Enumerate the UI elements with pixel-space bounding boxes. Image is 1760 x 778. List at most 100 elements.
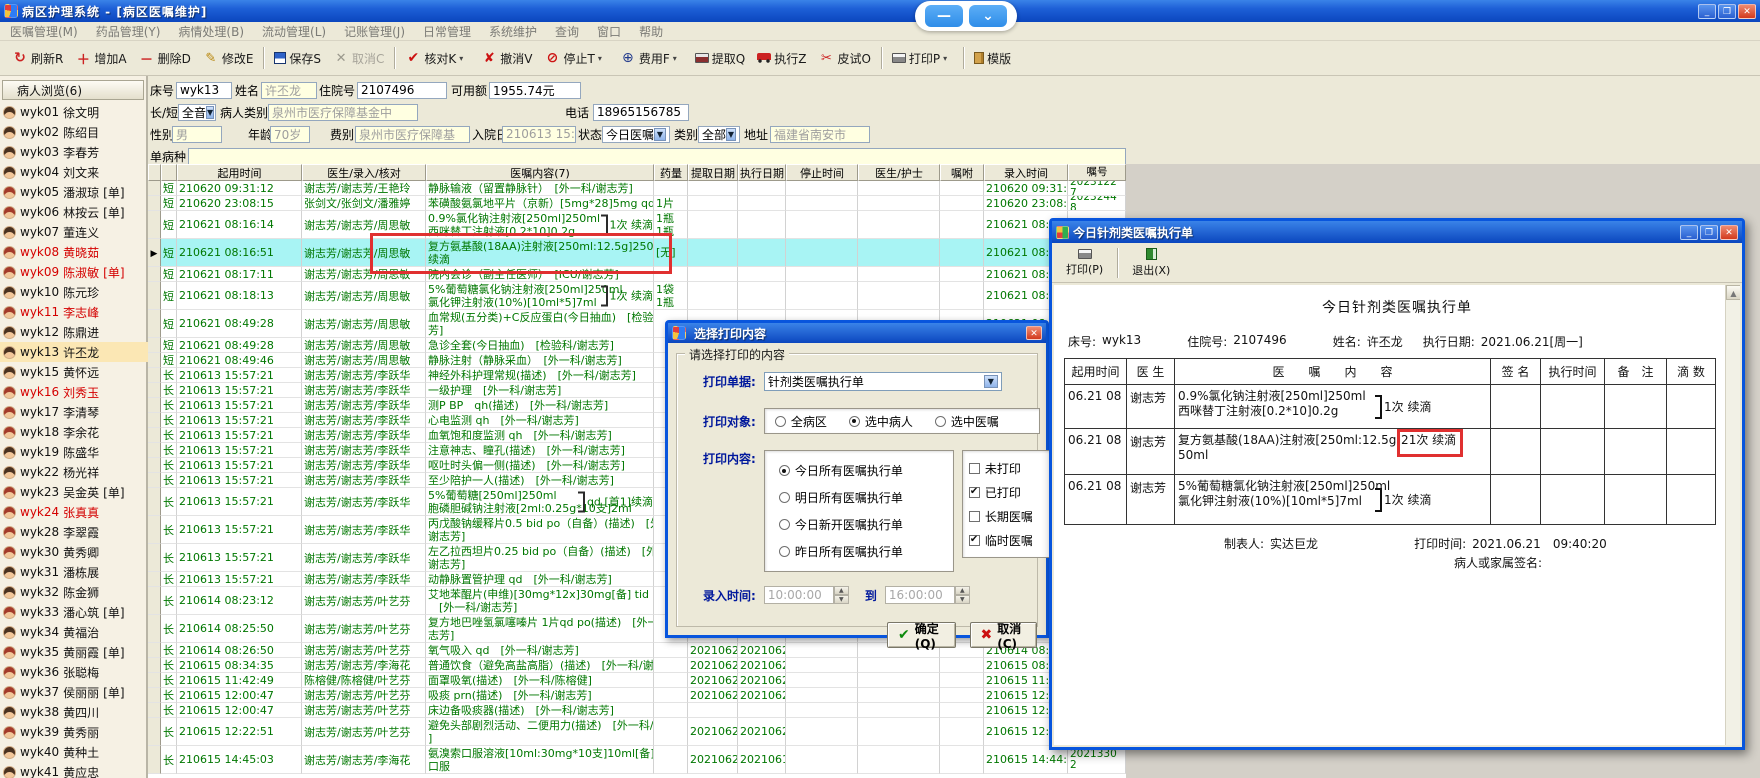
column-header[interactable]: 药量 bbox=[654, 164, 688, 181]
patient-list-item[interactable]: wyk07 董连义 bbox=[0, 222, 148, 242]
time-from-spinner[interactable]: ▲ ▼ bbox=[833, 586, 849, 604]
fee-field[interactable]: 泉州市医疗保障基 bbox=[355, 125, 470, 143]
patient-list-item[interactable]: wyk16 刘秀玉 bbox=[0, 382, 148, 402]
patient-list-item[interactable]: wyk15 黄怀远 bbox=[0, 362, 148, 382]
time-to-field[interactable]: 16:00:00 bbox=[884, 586, 955, 604]
time-to-spinner[interactable]: ▲ ▼ bbox=[954, 586, 970, 604]
column-header[interactable]: 提取日期 bbox=[688, 164, 738, 181]
overlay-chevron-button[interactable]: ⌄ bbox=[969, 5, 1007, 27]
combo-arrow-icon[interactable]: ▼ bbox=[726, 127, 736, 141]
category-combo[interactable]: 全部 ▼ bbox=[698, 125, 740, 143]
menu-item[interactable]: 系统维护 bbox=[489, 23, 537, 40]
scroll-up-icon[interactable]: ▲ bbox=[1726, 285, 1740, 300]
column-header[interactable]: 起用时间 bbox=[177, 164, 302, 181]
status-combo[interactable]: 今日医嘱 ▼ bbox=[602, 125, 670, 143]
time-from-field[interactable]: 10:00:00 bbox=[763, 586, 834, 604]
address-field[interactable]: 福建省南安市 bbox=[770, 125, 870, 143]
patient-type-field[interactable]: 泉州市医疗保障基金中 bbox=[268, 103, 418, 121]
order-row[interactable]: 长 210615 11:42:49 陈榕健/陈榕健/叶艺芬 面罩吸氧(描述) [… bbox=[148, 673, 1126, 688]
exec-exit-button[interactable]: 退出(X) bbox=[1126, 246, 1176, 280]
exec-print-button[interactable]: 打印(P) bbox=[1060, 247, 1109, 279]
single-disease-field[interactable] bbox=[188, 147, 1126, 165]
doc-type-combo[interactable]: 针剂类医嘱执行单 ▼ bbox=[763, 372, 1002, 391]
longshort-combo[interactable]: 全音 ▼ bbox=[178, 103, 216, 121]
order-row[interactable]: 长 210615 12:00:47 谢志芳/谢志芳/叶艺芬 吸痰 prn(描述)… bbox=[148, 688, 1126, 703]
exec-order-row[interactable]: 06.21 08 谢志芳 复方氨基酸(18AA)注射液[250ml:12.5g]… bbox=[1065, 429, 1715, 475]
exec-minimize-button[interactable]: _ bbox=[1680, 224, 1698, 240]
patient-list-item[interactable]: wyk39 黄秀丽 bbox=[0, 722, 148, 742]
order-row[interactable]: 短 210621 08:18:13 谢志芳/谢志芳/周思敏 5%葡萄糖氯化钠注射… bbox=[148, 282, 1126, 310]
dropdown-arrow-icon[interactable]: ▾ bbox=[673, 54, 683, 63]
patient-list-item[interactable]: wyk32 陈金狮 bbox=[0, 582, 148, 602]
toolbar-button[interactable]: 模版 ▾ bbox=[968, 46, 1017, 71]
patient-list-item[interactable]: wyk35 黄丽霞 [单] bbox=[0, 642, 148, 662]
toolbar-button[interactable]: 保存S ▾ bbox=[268, 46, 327, 71]
admission-field[interactable]: 2107496 bbox=[357, 81, 447, 99]
overlay-minimize-button[interactable]: — bbox=[925, 5, 963, 27]
order-row[interactable]: 短 210620 09:31:12 谢志芳/谢志芳/王艳玲 静脉输液（留置静脉针… bbox=[148, 181, 1126, 196]
name-field[interactable]: 许丕龙 bbox=[261, 81, 317, 99]
dropdown-arrow-icon[interactable]: ▾ bbox=[943, 54, 953, 63]
patient-list-item[interactable]: wyk22 杨光祥 bbox=[0, 462, 148, 482]
patient-list-item[interactable]: wyk19 陈盛华 bbox=[0, 442, 148, 462]
order-row[interactable]: 短 210621 08:16:14 谢志芳/谢志芳/周思敏 0.9%氯化钠注射液… bbox=[148, 211, 1126, 239]
combo-arrow-icon[interactable]: ▼ bbox=[983, 375, 998, 388]
toolbar-button[interactable]: 修改E ▾ bbox=[197, 46, 260, 71]
patient-list-item[interactable]: wyk31 潘栋展 bbox=[0, 562, 148, 582]
patient-list-item[interactable]: wyk40 黄种土 bbox=[0, 742, 148, 762]
column-header[interactable]: 医生/录入/核对 bbox=[302, 164, 426, 181]
order-row[interactable]: 长 210615 12:22:51 谢志芳/谢志芳/叶艺芬 避免头部剧烈活动、二… bbox=[148, 718, 1126, 746]
patient-list-item[interactable]: wyk41 黄应忠 bbox=[0, 762, 148, 778]
patient-list-item[interactable]: wyk10 陈元珍 bbox=[0, 282, 148, 302]
order-row[interactable]: 长 210615 08:34:35 谢志芳/谢志芳/李海花 普通饮食（避免高盐高… bbox=[148, 658, 1126, 673]
print-content-radio[interactable]: 今日所有医嘱执行单 bbox=[778, 462, 939, 479]
print-target-radio[interactable]: 全病区 bbox=[774, 413, 827, 430]
menu-item[interactable]: 查询 bbox=[555, 23, 579, 40]
print-target-radio[interactable]: 选中病人 bbox=[848, 413, 913, 430]
bed-field[interactable]: wyk13 bbox=[176, 81, 232, 99]
exec-restore-button[interactable]: ❐ bbox=[1700, 224, 1718, 240]
menu-item[interactable]: 病情处理(B) bbox=[178, 23, 244, 40]
toolbar-button[interactable]: 刷新R ▾ bbox=[6, 46, 69, 71]
order-row[interactable]: 短 210621 08:16:51 谢志芳/谢志芳/周思敏 复方氨基酸(18AA… bbox=[148, 239, 1126, 267]
combo-arrow-icon[interactable]: ▼ bbox=[654, 127, 666, 141]
column-header[interactable]: 执行日期 bbox=[738, 164, 786, 181]
cancel-button[interactable]: ✖ 取消(C) bbox=[969, 622, 1037, 651]
print-filter-checkbox[interactable]: 已打印 bbox=[968, 484, 1047, 501]
toolbar-button[interactable]: 提取Q ▾ bbox=[689, 46, 751, 71]
dialog-close-button[interactable]: ✕ bbox=[1026, 326, 1042, 340]
exec-close-button[interactable]: ✕ bbox=[1720, 224, 1738, 240]
patient-list-item[interactable]: wyk05 潘淑琼 [单] bbox=[0, 182, 148, 202]
toolbar-button[interactable]: 删除D ▾ bbox=[133, 46, 197, 71]
toolbar-button[interactable]: 取消C ▾ bbox=[327, 46, 390, 71]
patient-list-item[interactable]: wyk38 黄四川 bbox=[0, 702, 148, 722]
order-row[interactable]: 短 210620 23:08:15 张剑文/张剑文/潘雅婷 苯磺酸氨氯地平片（京… bbox=[148, 196, 1126, 211]
close-button[interactable]: ✕ bbox=[1738, 3, 1756, 19]
toolbar-button[interactable]: 皮试O ▾ bbox=[812, 46, 876, 71]
column-header[interactable]: 嘱号 bbox=[1068, 164, 1126, 181]
patient-list-item[interactable]: wyk13 许丕龙 bbox=[0, 342, 148, 362]
patient-list-item[interactable]: wyk24 张真真 bbox=[0, 502, 148, 522]
toolbar-button[interactable]: 费用F ▾ bbox=[614, 46, 689, 71]
print-target-radio[interactable]: 选中医嘱 bbox=[934, 413, 999, 430]
patient-list-item[interactable]: wyk04 刘文来 bbox=[0, 162, 148, 182]
column-header[interactable]: 停止时间 bbox=[786, 164, 858, 181]
patient-list-item[interactable]: wyk09 陈淑敏 [单] bbox=[0, 262, 148, 282]
print-filter-checkbox[interactable]: 长期医嘱 bbox=[968, 508, 1047, 525]
restore-button[interactable]: ❐ bbox=[1718, 3, 1736, 19]
column-header[interactable]: 录入时间 bbox=[984, 164, 1068, 181]
patient-list-item[interactable]: wyk17 李清琴 bbox=[0, 402, 148, 422]
exec-order-row[interactable]: 06.21 08 谢志芳 5%葡萄糖氯化钠注射液[250ml]250ml 氯化钾… bbox=[1065, 475, 1715, 525]
combo-arrow-icon[interactable]: ▼ bbox=[206, 105, 215, 119]
menu-item[interactable]: 日常管理 bbox=[423, 23, 471, 40]
dropdown-arrow-icon[interactable]: ▾ bbox=[459, 54, 469, 63]
minimize-button[interactable]: _ bbox=[1698, 3, 1716, 19]
print-content-radio[interactable]: 今日新开医嘱执行单 bbox=[778, 516, 939, 533]
patient-list-header[interactable]: 病人浏览(6) bbox=[2, 80, 144, 100]
column-header[interactable]: 医生/护士 bbox=[858, 164, 940, 181]
patient-list-item[interactable]: wyk08 黄晓茹 bbox=[0, 242, 148, 262]
patient-list-item[interactable]: wyk30 黄秀卿 bbox=[0, 542, 148, 562]
print-filter-checkbox[interactable]: 未打印 bbox=[968, 460, 1047, 477]
patient-list-item[interactable]: wyk01 徐文明 bbox=[0, 102, 148, 122]
toolbar-button[interactable]: 核对K ▾ bbox=[399, 46, 475, 71]
